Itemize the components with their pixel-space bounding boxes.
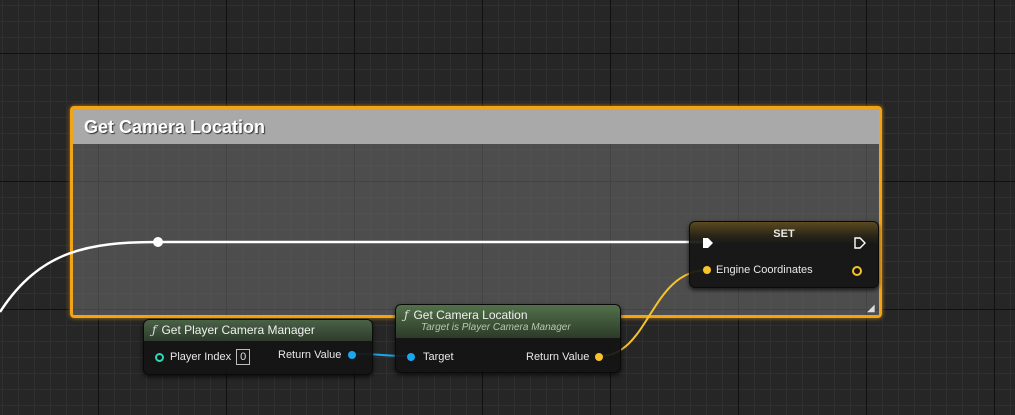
player-cam-title: Get Player Camera Manager bbox=[161, 323, 315, 337]
camera-loc-subtitle: Target is Player Camera Manager bbox=[421, 322, 571, 333]
set-variable-label: Engine Coordinates bbox=[716, 264, 813, 276]
set-node[interactable]: SET Engine Coordinates bbox=[689, 221, 879, 288]
player-index-input[interactable]: 0 bbox=[236, 349, 251, 365]
player-cam-header: ƒ Get Player Camera Manager bbox=[144, 320, 372, 341]
object-output-pin-icon[interactable] bbox=[348, 351, 357, 359]
player-index-row[interactable]: Player Index 0 bbox=[155, 349, 251, 365]
player-cam-return-label: Return Value bbox=[278, 349, 342, 361]
target-row[interactable]: Target bbox=[407, 351, 454, 363]
get-camera-location-node[interactable]: ƒ Get Camera Location Target is Player Ca… bbox=[395, 304, 621, 373]
camera-loc-output-row[interactable]: Return Value bbox=[526, 351, 604, 363]
exec-in-pin-icon[interactable] bbox=[702, 237, 714, 249]
camera-loc-header: ƒ Get Camera Location Target is Player Ca… bbox=[396, 305, 620, 338]
get-player-camera-manager-node[interactable]: ƒ Get Player Camera Manager Player Index … bbox=[143, 319, 373, 375]
function-icon: ƒ bbox=[152, 323, 157, 337]
vector-output-pin-icon[interactable] bbox=[595, 353, 604, 361]
function-icon: ƒ bbox=[404, 308, 409, 322]
vector-output-pin-icon[interactable] bbox=[852, 266, 862, 276]
camera-loc-return-label: Return Value bbox=[526, 351, 590, 363]
player-cam-output-row[interactable]: Return Value bbox=[278, 349, 357, 361]
int-input-pin-icon[interactable] bbox=[155, 352, 164, 362]
set-node-header: SET bbox=[690, 222, 878, 244]
comment-title[interactable]: Get Camera Location bbox=[73, 109, 879, 144]
vector-input-pin-icon[interactable] bbox=[703, 266, 711, 274]
player-index-label: Player Index bbox=[170, 351, 232, 363]
resize-grip-icon[interactable]: ◢ bbox=[867, 304, 877, 314]
exec-out-pin-icon[interactable] bbox=[854, 237, 866, 249]
set-node-title: SET bbox=[773, 228, 795, 240]
target-label: Target bbox=[423, 351, 454, 363]
camera-loc-title: Get Camera Location bbox=[413, 308, 528, 322]
object-input-pin-icon[interactable] bbox=[407, 353, 415, 361]
set-input-row[interactable]: Engine Coordinates bbox=[703, 264, 813, 276]
